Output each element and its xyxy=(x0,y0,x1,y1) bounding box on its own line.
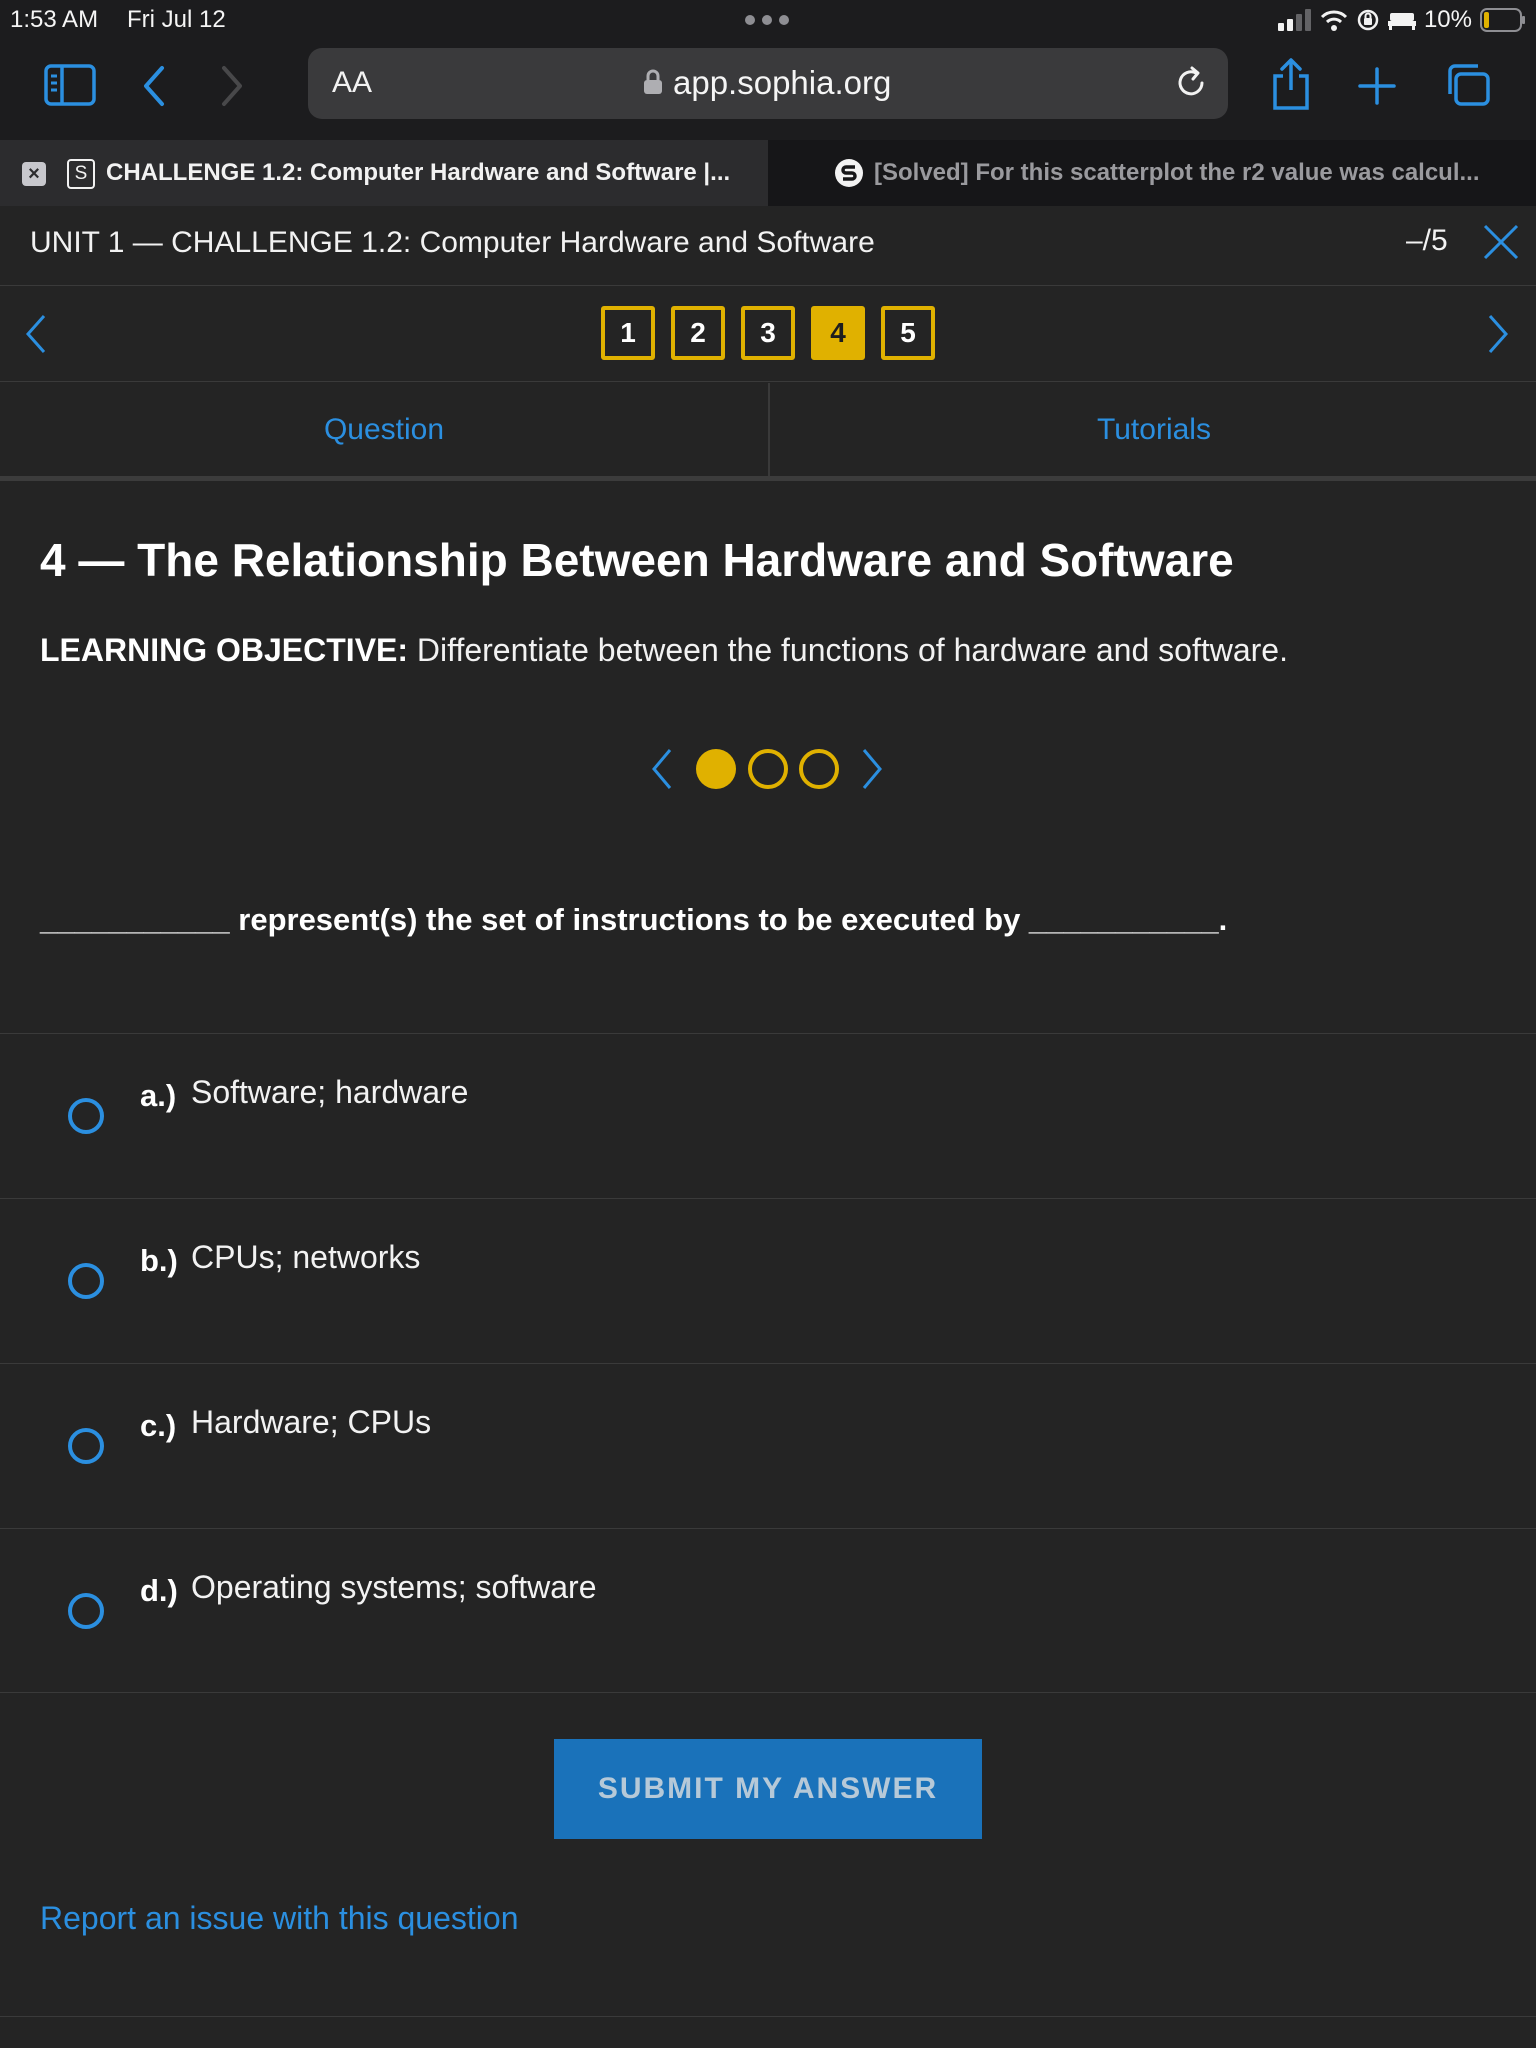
tab-question[interactable]: Question xyxy=(0,383,768,476)
report-issue-link[interactable]: Report an issue with this question xyxy=(40,1900,518,1937)
divider xyxy=(0,2016,1536,2017)
wifi-icon xyxy=(1320,10,1348,31)
tab-title: [Solved] For this scatterplot the r2 val… xyxy=(874,159,1480,186)
answer-text: Operating systems; software xyxy=(191,1569,597,1605)
coursehero-favicon-icon xyxy=(835,159,863,187)
lock-icon xyxy=(644,69,662,94)
url-text[interactable]: app.sophia.org xyxy=(673,64,891,102)
close-icon[interactable] xyxy=(1482,223,1520,261)
objective-label: LEARNING OBJECTIVE: xyxy=(40,632,409,668)
answer-list: a.) Software; hardware b.) CPUs; network… xyxy=(0,1033,1536,1693)
previous-question-icon[interactable] xyxy=(22,312,50,356)
question-number-3[interactable]: 3 xyxy=(741,306,795,360)
carousel-dot-2 xyxy=(748,749,788,789)
submit-answer-button[interactable]: SUBMIT MY ANSWER xyxy=(554,1739,982,1839)
cellular-signal-icon xyxy=(1277,9,1311,31)
status-date: Fri Jul 12 xyxy=(127,6,226,33)
radio-button[interactable] xyxy=(68,1593,104,1629)
question-title: 4 — The Relationship Between Hardware an… xyxy=(40,534,1234,586)
battery-icon xyxy=(1480,8,1525,32)
learning-objective: LEARNING OBJECTIVE: Differentiate betwee… xyxy=(40,632,1288,669)
question-number-1[interactable]: 1 xyxy=(601,306,655,360)
carousel-dot-3 xyxy=(799,749,839,789)
answer-option-c[interactable]: c.) Hardware; CPUs xyxy=(0,1363,1536,1528)
question-number-4[interactable]: 4 xyxy=(811,306,865,360)
browser-tab-inactive[interactable]: [Solved] For this scatterplot the r2 val… xyxy=(768,140,1536,206)
answer-option-a[interactable]: a.) Software; hardware xyxy=(0,1033,1536,1198)
answer-text: Hardware; CPUs xyxy=(191,1404,432,1440)
answer-text: Software; hardware xyxy=(191,1074,469,1110)
answer-letter: a.) xyxy=(140,1078,177,1113)
sleep-bed-icon xyxy=(1387,13,1416,30)
answer-letter: c.) xyxy=(140,1408,177,1443)
carousel-next-icon xyxy=(862,749,882,789)
content-tabs: Question Tutorials xyxy=(0,383,1536,481)
sidebar-icon[interactable] xyxy=(44,64,96,106)
tab-overview-icon[interactable] xyxy=(1444,62,1492,108)
new-tab-plus-icon[interactable] xyxy=(1358,67,1396,105)
question-prompt: ___________ represent(s) the set of inst… xyxy=(40,902,1228,937)
browser-tab-strip: × S CHALLENGE 1.2: Computer Hardware and… xyxy=(0,140,1536,206)
reload-icon[interactable] xyxy=(1172,64,1210,102)
browser-tab-active[interactable]: × S CHALLENGE 1.2: Computer Hardware and… xyxy=(0,140,768,206)
carousel-prev-icon xyxy=(652,749,672,789)
question-navigator: 1 2 3 4 5 xyxy=(0,286,1536,382)
battery-percent: 10% xyxy=(1423,6,1472,33)
answer-option-d[interactable]: d.) Operating systems; software xyxy=(0,1528,1536,1693)
carousel-pager xyxy=(652,749,882,789)
status-bar: 1:53 AM Fri Jul 12 10% xyxy=(0,0,1536,40)
back-icon[interactable] xyxy=(140,64,168,108)
address-bar[interactable]: AA app.sophia.org xyxy=(308,48,1228,119)
forward-icon[interactable] xyxy=(218,64,246,108)
tab-title: CHALLENGE 1.2: Computer Hardware and Sof… xyxy=(106,159,731,186)
answer-option-b[interactable]: b.) CPUs; networks xyxy=(0,1198,1536,1363)
text-size-button[interactable]: AA xyxy=(332,66,372,100)
close-tab-icon[interactable]: × xyxy=(22,162,46,186)
objective-text: Differentiate between the functions of h… xyxy=(408,632,1288,668)
radio-button[interactable] xyxy=(68,1428,104,1464)
radio-button[interactable] xyxy=(68,1263,104,1299)
orientation-lock-icon xyxy=(1357,9,1379,31)
answer-text: CPUs; networks xyxy=(191,1239,421,1275)
next-question-icon[interactable] xyxy=(1484,312,1512,356)
sophia-favicon-icon: S xyxy=(67,159,95,189)
answer-letter: d.) xyxy=(140,1573,178,1608)
unit-title: UNIT 1 — CHALLENGE 1.2: Computer Hardwar… xyxy=(30,226,875,259)
status-indicators: 10% xyxy=(1277,6,1526,34)
tab-tutorials[interactable]: Tutorials xyxy=(770,383,1536,476)
share-icon[interactable] xyxy=(1270,56,1312,112)
question-number-2[interactable]: 2 xyxy=(671,306,725,360)
score-display: –/5 xyxy=(1406,224,1448,257)
multitasking-dots-icon[interactable] xyxy=(744,14,790,26)
answer-letter: b.) xyxy=(140,1243,178,1278)
browser-toolbar: AA app.sophia.org xyxy=(0,40,1536,140)
carousel-dot-1 xyxy=(696,749,736,789)
radio-button[interactable] xyxy=(68,1098,104,1134)
status-time: 1:53 AM xyxy=(10,6,99,33)
unit-header: UNIT 1 — CHALLENGE 1.2: Computer Hardwar… xyxy=(0,206,1536,286)
question-number-5[interactable]: 5 xyxy=(881,306,935,360)
